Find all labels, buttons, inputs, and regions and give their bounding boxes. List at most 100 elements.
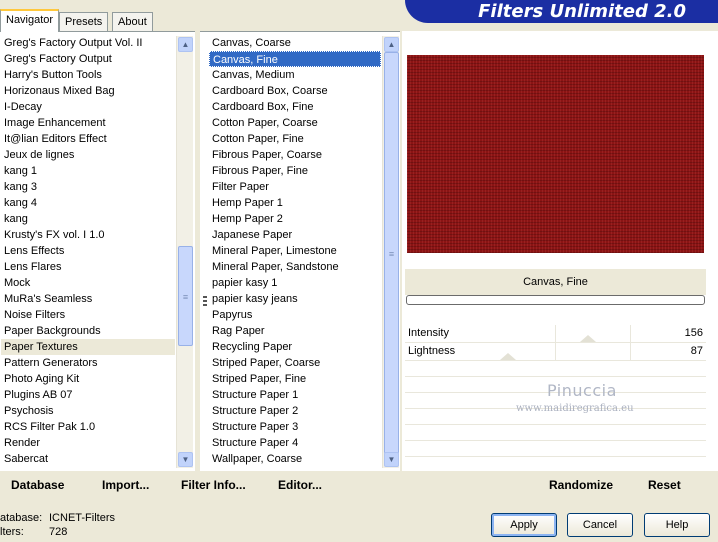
slider-label: Intensity — [408, 327, 449, 339]
list-item[interactable]: It@lian Editors Effect — [1, 131, 175, 147]
filter-name: Canvas, Fine — [405, 269, 706, 295]
filter-scrollbar[interactable]: ▲ ≡ ▼ — [382, 36, 399, 468]
tab-navigator[interactable]: Navigator — [0, 9, 60, 32]
list-item[interactable]: Cotton Paper, Fine — [209, 131, 381, 147]
scroll-down-icon[interactable]: ▼ — [178, 452, 193, 467]
help-button[interactable]: Help — [644, 513, 710, 537]
bottom-toolbar: Database Import... Filter Info... Editor… — [0, 471, 718, 496]
list-item[interactable]: I-Decay — [1, 99, 175, 115]
list-item[interactable]: Wallpaper, Coarse — [209, 451, 381, 467]
list-item[interactable]: Recycling Paper — [209, 339, 381, 355]
slider-label: Lightness — [408, 345, 456, 357]
list-item[interactable]: kang 3 — [1, 179, 175, 195]
list-item[interactable]: Structure Paper 1 — [209, 387, 381, 403]
list-item[interactable]: Horizonaus Mixed Bag — [1, 83, 175, 99]
reset-button[interactable]: Reset — [648, 478, 681, 492]
list-item[interactable]: Fibrous Paper, Fine — [209, 163, 381, 179]
slider-lightness[interactable]: Lightness 87 — [405, 343, 706, 361]
category-list[interactable]: Greg's Factory Output Vol. II Greg's Fact… — [1, 35, 175, 470]
list-item[interactable]: Lens Flares — [1, 259, 175, 275]
filters-count: 728 — [49, 526, 68, 538]
tab-about[interactable]: About — [112, 12, 153, 31]
scroll-thumb[interactable]: ≡ — [178, 246, 193, 346]
drag-grip-icon — [203, 296, 207, 308]
scroll-up-icon[interactable]: ▲ — [384, 37, 399, 52]
list-item[interactable]: Photo Aging Kit — [1, 371, 175, 387]
slider-intensity[interactable]: Intensity 156 — [405, 325, 706, 343]
scroll-up-icon[interactable]: ▲ — [178, 37, 193, 52]
list-item[interactable]: Filter Paper — [209, 179, 381, 195]
list-item[interactable]: kang — [1, 211, 175, 227]
empty-slider-row — [405, 425, 706, 441]
progress-bar — [406, 295, 705, 305]
scroll-thumb[interactable]: ≡ — [384, 52, 399, 454]
database-button[interactable]: Database — [11, 478, 64, 492]
category-scrollbar[interactable]: ▲ ≡ ▼ — [176, 36, 193, 468]
list-item[interactable]: Japanese Paper — [209, 227, 381, 243]
filter-info-button[interactable]: Filter Info... — [181, 478, 246, 492]
list-item[interactable]: Mock — [1, 275, 175, 291]
list-item[interactable]: Image Enhancement — [1, 115, 175, 131]
list-item[interactable]: Noise Filters — [1, 307, 175, 323]
list-item[interactable]: Structure Paper 3 — [209, 419, 381, 435]
randomize-button[interactable]: Randomize — [549, 478, 613, 492]
list-item[interactable]: Rag Paper — [209, 323, 381, 339]
list-item[interactable]: RCS Filter Pak 1.0 — [1, 419, 175, 435]
list-item[interactable]: Structure Paper 4 — [209, 435, 381, 451]
list-item[interactable]: Lens Effects — [1, 243, 175, 259]
apply-button[interactable]: Apply — [491, 513, 557, 537]
list-item[interactable]: kang 4 — [1, 195, 175, 211]
list-item[interactable]: Striped Paper, Coarse — [209, 355, 381, 371]
list-item[interactable]: Canvas, Medium — [209, 67, 381, 83]
list-item[interactable]: Render — [1, 435, 175, 451]
tab-presets[interactable]: Presets — [59, 12, 109, 31]
database-label: atabase: — [0, 512, 43, 524]
watermark-name: Pinuccia — [547, 381, 617, 400]
editor-button[interactable]: Editor... — [278, 478, 322, 492]
empty-slider-row — [405, 441, 706, 457]
list-item[interactable]: Greg's Factory Output — [1, 51, 175, 67]
list-item[interactable]: kang 1 — [1, 163, 175, 179]
import-button[interactable]: Import... — [102, 478, 149, 492]
list-item[interactable]: Hemp Paper 2 — [209, 211, 381, 227]
list-item[interactable]: Papyrus — [209, 307, 381, 323]
list-item[interactable]: Mineral Paper, Sandstone — [209, 259, 381, 275]
list-item[interactable]: Structure Paper 2 — [209, 403, 381, 419]
list-item[interactable]: Mineral Paper, Limestone — [209, 243, 381, 259]
preview-image — [407, 55, 704, 253]
list-item[interactable]: Pattern Generators — [1, 355, 175, 371]
list-item[interactable]: Cardboard Box, Fine — [209, 99, 381, 115]
list-item[interactable]: Krusty's FX vol. I 1.0 — [1, 227, 175, 243]
slider-value: 156 — [684, 327, 703, 339]
filter-list[interactable]: Canvas, Coarse Canvas, Fine Canvas, Medium… — [209, 35, 381, 470]
list-item[interactable]: Paper Textures — [1, 339, 175, 355]
list-item[interactable]: Harry's Button Tools — [1, 67, 175, 83]
list-item[interactable]: Cardboard Box, Coarse — [209, 83, 381, 99]
database-value: ICNET-Filters — [49, 512, 115, 524]
app-title: Filters Unlimited 2.0 — [478, 1, 686, 22]
list-item[interactable]: papier kasy jeans — [209, 291, 381, 307]
scroll-down-icon[interactable]: ▼ — [384, 452, 399, 467]
slider-marker-icon[interactable] — [580, 335, 596, 342]
list-item[interactable]: Paper Backgrounds — [1, 323, 175, 339]
cancel-button[interactable]: Cancel — [567, 513, 633, 537]
watermark-url: www.maidiregrafica.eu — [516, 403, 634, 414]
slider-marker-icon[interactable] — [500, 353, 516, 360]
list-item[interactable]: Sabercat — [1, 451, 175, 467]
list-item[interactable]: Psychosis — [1, 403, 175, 419]
list-item[interactable]: Plugins AB 07 — [1, 387, 175, 403]
filters-label: lters: — [0, 526, 24, 538]
list-item[interactable]: papier kasy 1 — [209, 275, 381, 291]
list-item[interactable]: Fibrous Paper, Coarse — [209, 147, 381, 163]
empty-slider-row — [405, 361, 706, 377]
list-item[interactable]: Canvas, Fine — [209, 51, 381, 67]
list-item[interactable]: Hemp Paper 1 — [209, 195, 381, 211]
list-item[interactable]: Canvas, Coarse — [209, 35, 381, 51]
list-item[interactable]: Jeux de lignes — [1, 147, 175, 163]
list-item[interactable]: MuRa's Seamless — [1, 291, 175, 307]
list-item[interactable]: Cotton Paper, Coarse — [209, 115, 381, 131]
list-item[interactable]: Greg's Factory Output Vol. II — [1, 35, 175, 51]
list-item[interactable]: Striped Paper, Fine — [209, 371, 381, 387]
pane-divider — [195, 31, 200, 496]
slider-value: 87 — [690, 345, 703, 357]
